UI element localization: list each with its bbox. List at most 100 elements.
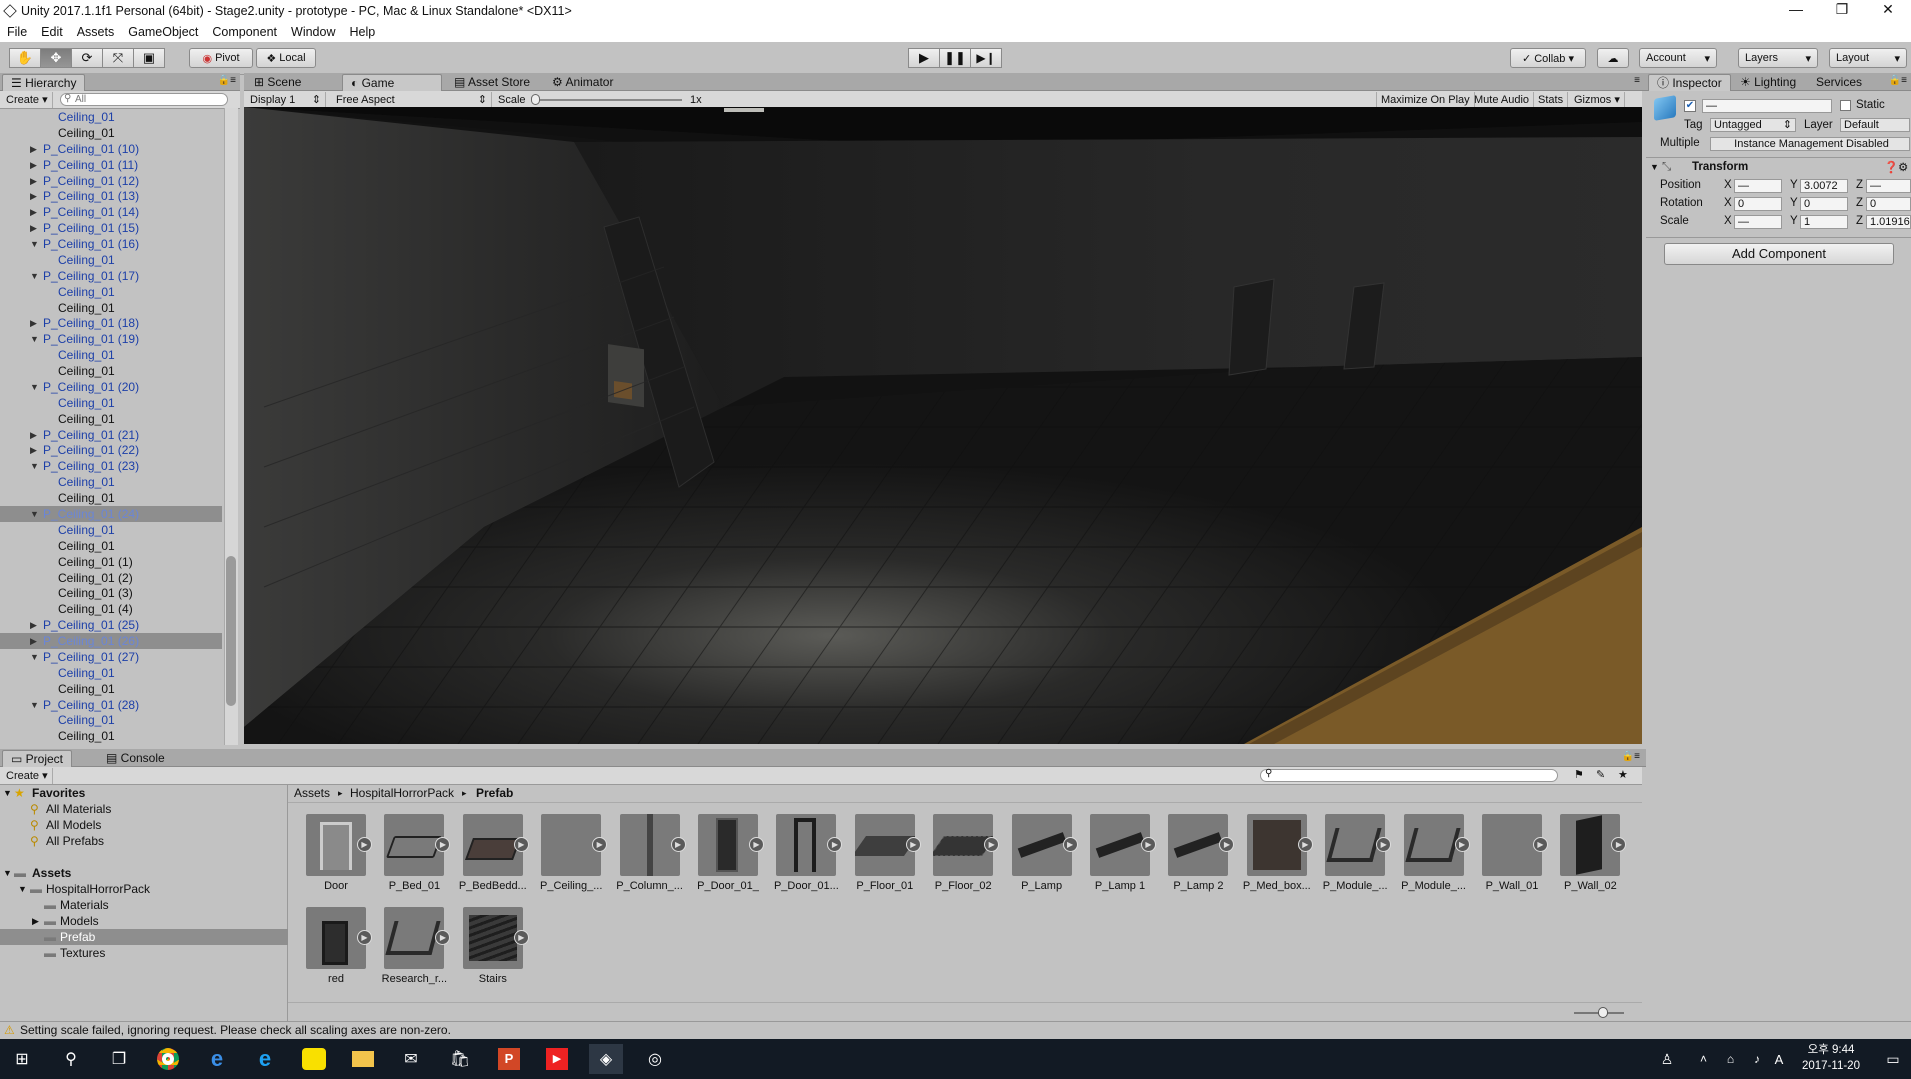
collab-button[interactable]: ✓ Collab ▾ <box>1510 48 1586 68</box>
scale-x-field[interactable]: — <box>1734 215 1782 229</box>
folder-item[interactable]: Prefab <box>60 929 95 945</box>
asset-item[interactable]: ▶ Research_r... <box>372 907 451 997</box>
asset-item[interactable]: ▶ P_BedBedd... <box>451 814 529 904</box>
hierarchy-search-input[interactable]: ⚲ All <box>60 93 228 106</box>
pivot-button[interactable]: ◉ Pivot <box>189 48 253 68</box>
ime-indicator[interactable]: A <box>1762 1044 1796 1074</box>
hierarchy-row[interactable]: ▼ P_Ceiling_01 (17) <box>0 268 222 284</box>
rotation-z-field[interactable]: 0 <box>1866 197 1911 211</box>
active-checkbox[interactable]: ✔ <box>1684 100 1696 112</box>
help-icon[interactable]: ❓ <box>1884 160 1898 174</box>
minimize-button[interactable]: — <box>1773 0 1819 21</box>
hierarchy-row[interactable]: Ceiling_01 <box>0 728 222 744</box>
hierarchy-row[interactable]: ▼ P_Ceiling_01 (19) <box>0 331 222 347</box>
maximize-button[interactable]: ❐ <box>1819 0 1865 21</box>
collapsed-arrow-icon[interactable]: ▶ <box>30 141 37 157</box>
hierarchy-row[interactable]: ▶ P_Ceiling_01 (10) <box>0 141 222 157</box>
collapsed-arrow-icon[interactable]: ▶ <box>30 633 37 649</box>
hierarchy-row[interactable]: Ceiling_01 (2) <box>0 570 222 586</box>
asset-item[interactable]: ▶ P_Wall_02 <box>1548 814 1627 904</box>
collapsed-arrow-icon[interactable]: ▶ <box>30 617 37 633</box>
collapsed-arrow-icon[interactable]: ▶ <box>30 427 37 443</box>
folder-item[interactable]: Materials <box>60 897 109 913</box>
task-view-icon[interactable]: ❐ <box>102 1044 136 1074</box>
expanded-arrow-icon[interactable]: ▼ <box>30 649 39 665</box>
collapsed-arrow-icon[interactable]: ▶ <box>30 204 37 220</box>
panel-menu-icon[interactable]: ≡ <box>1634 75 1640 86</box>
folder-item[interactable]: Models <box>60 913 99 929</box>
tab-asset-store[interactable]: ▤ Asset Store <box>446 74 538 91</box>
store-icon[interactable]: 🛍 <box>443 1044 477 1074</box>
expanded-arrow-icon[interactable]: ▼ <box>30 379 39 395</box>
prefab-expand-icon[interactable]: ▶ <box>1062 837 1078 852</box>
settings-gear-icon[interactable]: ⚙ <box>1898 160 1908 174</box>
asset-item[interactable]: ▶ P_Door_01_ <box>686 814 764 904</box>
hierarchy-row[interactable]: ▼ P_Ceiling_01 (20) <box>0 379 222 395</box>
gizmos-dropdown[interactable]: Gizmos ▾ <box>1570 92 1625 108</box>
prefab-expand-icon[interactable]: ▶ <box>1376 837 1392 852</box>
scale-y-field[interactable]: 1 <box>1800 215 1848 229</box>
menu-component[interactable]: Component <box>205 25 284 39</box>
prefab-expand-icon[interactable]: ▶ <box>513 837 529 852</box>
hierarchy-row[interactable]: Ceiling_01 <box>0 395 222 411</box>
people-icon[interactable]: ♙ <box>1650 1044 1684 1074</box>
asset-item[interactable]: ▶ Door <box>294 814 372 904</box>
prefab-expand-icon[interactable]: ▶ <box>1141 837 1156 852</box>
hierarchy-row[interactable]: Ceiling_01 <box>0 538 222 554</box>
prefab-expand-icon[interactable]: ▶ <box>357 930 372 945</box>
asset-item[interactable]: ▶ P_Lamp 2 <box>1156 814 1235 904</box>
tab-hierarchy[interactable]: ☰ Hierarchy <box>2 74 86 91</box>
notification-icon[interactable]: ▭ <box>1876 1044 1910 1074</box>
cloud-button[interactable]: ☁ <box>1597 48 1629 68</box>
breadcrumb-prefab[interactable]: Prefab <box>476 785 513 802</box>
transform-foldout-icon[interactable]: ▼ <box>1650 162 1659 172</box>
asset-item[interactable]: ▶ Stairs <box>451 907 529 997</box>
pause-button[interactable]: ❚❚ <box>939 48 971 68</box>
edge-icon[interactable]: e <box>200 1044 234 1074</box>
tab-animator[interactable]: ⚙ Animator <box>544 74 621 91</box>
chrome-icon[interactable] <box>151 1044 185 1074</box>
prefab-expand-icon[interactable]: ▶ <box>513 930 529 945</box>
status-message[interactable]: Setting scale failed, ignoring request. … <box>20 1022 451 1039</box>
step-button[interactable]: ▶❙ <box>970 48 1002 68</box>
hierarchy-row[interactable]: Ceiling_01 (4) <box>0 601 222 617</box>
expanded-arrow-icon[interactable]: ▼ <box>30 236 39 252</box>
unity-taskbar-icon[interactable]: ◈ <box>589 1044 623 1074</box>
prefab-expand-icon[interactable]: ▶ <box>1219 837 1235 852</box>
play-button[interactable]: ▶ <box>908 48 940 68</box>
favorite-item[interactable]: All Models <box>46 817 101 833</box>
hierarchy-row[interactable]: Ceiling_01 <box>0 109 222 125</box>
expanded-arrow-icon[interactable]: ▼ <box>30 697 39 713</box>
thumbnail-size-thumb[interactable] <box>1598 1007 1608 1018</box>
menu-assets[interactable]: Assets <box>70 25 122 39</box>
hierarchy-row[interactable]: Ceiling_01 (3) <box>0 585 222 601</box>
breadcrumb-assets[interactable]: Assets <box>294 785 330 802</box>
menu-gameobject[interactable]: GameObject <box>121 25 205 39</box>
hierarchy-row[interactable]: Ceiling_01 <box>0 300 222 316</box>
mail-icon[interactable]: ✉ <box>394 1044 428 1074</box>
tab-console[interactable]: ▤ Console <box>98 750 173 767</box>
collapsed-arrow-icon[interactable]: ▶ <box>30 442 37 458</box>
panel-menu-icon[interactable]: 🔒≡ <box>1889 75 1907 86</box>
asset-item[interactable]: ▶ P_Module_... <box>1313 814 1392 904</box>
asset-item[interactable]: ▶ P_Bed_01 <box>372 814 451 904</box>
asset-item[interactable]: ▶ P_Column_... <box>608 814 686 904</box>
hierarchy-create-button[interactable]: Create ▾ <box>2 92 53 108</box>
prefab-expand-icon[interactable]: ▶ <box>905 837 921 852</box>
file-explorer-icon[interactable] <box>346 1044 380 1074</box>
rotate-icon[interactable]: ⟳ <box>71 48 103 68</box>
tab-project[interactable]: ▭ Project <box>2 750 73 767</box>
layout-dropdown[interactable]: Layout ▾ <box>1829 48 1907 68</box>
hierarchy-row[interactable]: ▼ P_Ceiling_01 (27) <box>0 649 222 665</box>
hierarchy-row[interactable]: Ceiling_01 <box>0 284 222 300</box>
hierarchy-row[interactable]: ▶ P_Ceiling_01 (14) <box>0 204 222 220</box>
hierarchy-row[interactable]: Ceiling_01 <box>0 665 222 681</box>
hierarchy-row[interactable]: ▶ P_Ceiling_01 (15) <box>0 220 222 236</box>
folder-item[interactable]: Textures <box>60 945 105 961</box>
stats-toggle[interactable]: Stats <box>1534 92 1569 108</box>
asset-item[interactable]: ▶ P_Lamp 1 <box>1078 814 1156 904</box>
layers-dropdown[interactable]: Layers ▾ <box>1738 48 1818 68</box>
breadcrumb-hospitalhorrorpack[interactable]: HospitalHorrorPack <box>350 785 454 802</box>
scale-slider[interactable] <box>534 99 682 101</box>
asset-item[interactable]: ▶ P_Floor_02 <box>921 814 1000 904</box>
